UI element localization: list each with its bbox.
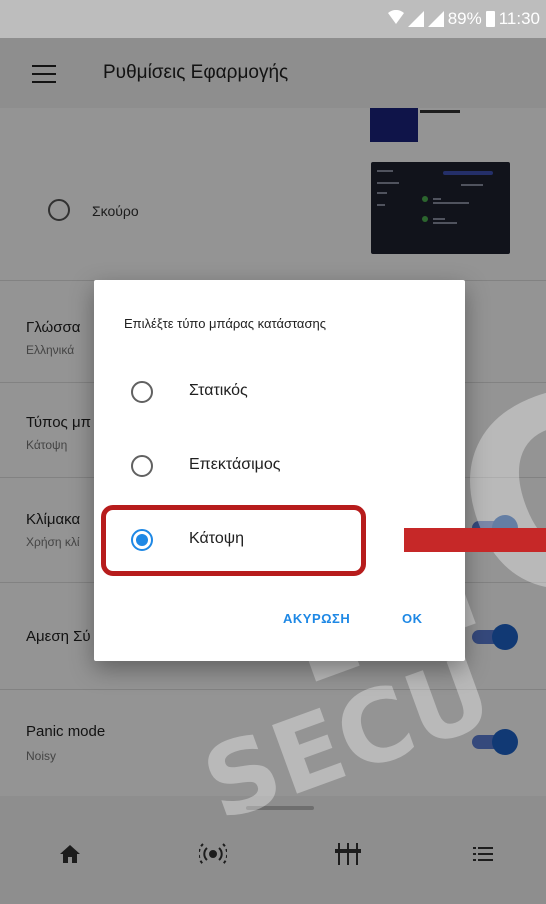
option-expandable-radio[interactable] (131, 455, 153, 477)
option-static-radio[interactable] (131, 381, 153, 403)
battery-percent: 89% (447, 9, 482, 28)
option-expandable[interactable]: Επεκτάσιμος (94, 436, 465, 496)
option-expandable-label: Επεκτάσιμος (189, 456, 281, 473)
status-bar: 89% 11:30 (0, 0, 546, 38)
cancel-button[interactable]: ΑΚΥΡΩΣΗ (283, 611, 350, 626)
option-static[interactable]: Στατικός (94, 362, 465, 422)
ok-button[interactable]: OK (402, 611, 423, 626)
wifi-icon (387, 9, 404, 29)
statusbar-type-dialog: Επιλέξτε τύπο μπάρας κατάστασης Στατικός… (94, 280, 465, 661)
signal-icon-2 (427, 11, 444, 27)
signal-icon (407, 11, 424, 27)
option-static-label: Στατικός (189, 382, 248, 399)
battery-icon (485, 11, 495, 27)
selection-highlight-box (101, 505, 366, 576)
pointer-arrow (404, 528, 546, 552)
clock: 11:30 (498, 9, 540, 28)
dialog-title: Επιλέξτε τύπο μπάρας κατάστασης (124, 316, 326, 331)
